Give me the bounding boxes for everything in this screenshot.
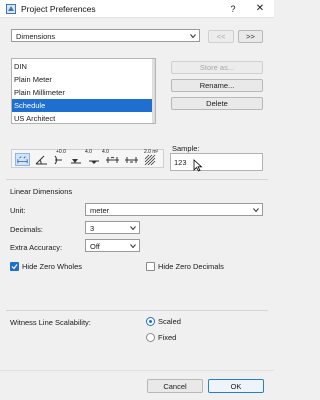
linear-dimension-icon[interactable]	[15, 153, 30, 166]
category-dropdown[interactable]: Dimensions	[11, 29, 200, 42]
angle-dimension-icon[interactable]	[34, 153, 49, 166]
window-title: Project Preferences	[21, 4, 96, 14]
list-item[interactable]: Plain Millimeter	[12, 86, 155, 99]
cancel-button[interactable]: Cancel	[147, 379, 203, 393]
scaled-label: Scaled	[158, 317, 181, 326]
list-item[interactable]: DIN	[12, 60, 155, 73]
divider	[6, 179, 268, 180]
decimals-dropdown[interactable]: 3	[85, 221, 140, 234]
unit-value: meter	[90, 206, 110, 215]
sill-height-dimension-icon[interactable]	[124, 153, 139, 166]
mouse-cursor-icon	[193, 159, 203, 172]
preset-list[interactable]: DIN Plain Meter Plain Millimeter Schedul…	[11, 58, 156, 124]
close-button[interactable]: ✕	[253, 2, 267, 16]
rename-button[interactable]: Rename...	[171, 79, 263, 92]
sample-value: 123	[174, 158, 187, 167]
extra-accuracy-label: Extra Accuracy:	[10, 243, 63, 252]
next-page-button[interactable]: >>	[238, 30, 263, 43]
level-dimension-icon[interactable]	[70, 153, 85, 166]
sample-preview: 123	[170, 153, 263, 171]
unit-label: Unit:	[10, 206, 26, 215]
list-item[interactable]: Plain Meter	[12, 73, 155, 86]
hide-zero-decimals-label: Hide Zero Decimals	[158, 262, 224, 271]
scaled-radio[interactable]	[146, 317, 155, 326]
chevron-down-icon	[130, 244, 136, 249]
decimals-label: Decimals:	[10, 225, 43, 234]
chevron-down-icon	[253, 208, 259, 213]
previous-page-button[interactable]: <<	[208, 30, 234, 43]
help-button[interactable]: ?	[226, 2, 240, 16]
list-scrollbar[interactable]	[152, 59, 155, 123]
sample-label: Sample:	[172, 144, 200, 153]
list-item[interactable]: US Architect	[12, 112, 155, 123]
hide-zero-wholes-label: Hide Zero Wholes	[22, 262, 83, 271]
app-icon	[6, 4, 16, 14]
list-item-selected[interactable]: Schedule	[12, 99, 155, 112]
superscript-label: +0.0	[56, 149, 66, 155]
hide-zero-wholes-checkbox[interactable]	[10, 262, 19, 271]
fixed-radio[interactable]	[146, 333, 155, 342]
fixed-label: Fixed	[158, 333, 177, 342]
delete-button[interactable]: Delete	[171, 97, 263, 110]
witness-line-label: Witness Line Scalability:	[10, 318, 91, 327]
footer-divider	[0, 370, 274, 371]
extra-accuracy-dropdown[interactable]: Off	[85, 239, 140, 252]
superscript-label: 2.0 m²	[144, 149, 159, 155]
decimals-value: 3	[90, 224, 95, 233]
hide-zero-decimals-checkbox[interactable]	[146, 262, 155, 271]
chevron-down-icon	[190, 34, 196, 39]
superscript-label: 4.0	[102, 149, 109, 155]
divider	[6, 310, 268, 311]
checkmark-icon	[11, 264, 18, 270]
extra-accuracy-value: Off	[90, 242, 100, 251]
ok-button[interactable]: OK	[208, 379, 264, 393]
superscript-label: 4.0	[85, 149, 92, 155]
unit-dropdown[interactable]: meter	[85, 203, 263, 216]
category-value: Dimensions	[16, 32, 56, 41]
section-heading: Linear Dimensions	[10, 187, 73, 196]
chevron-down-icon	[130, 226, 136, 231]
store-as-button[interactable]: Store as...	[171, 61, 263, 74]
